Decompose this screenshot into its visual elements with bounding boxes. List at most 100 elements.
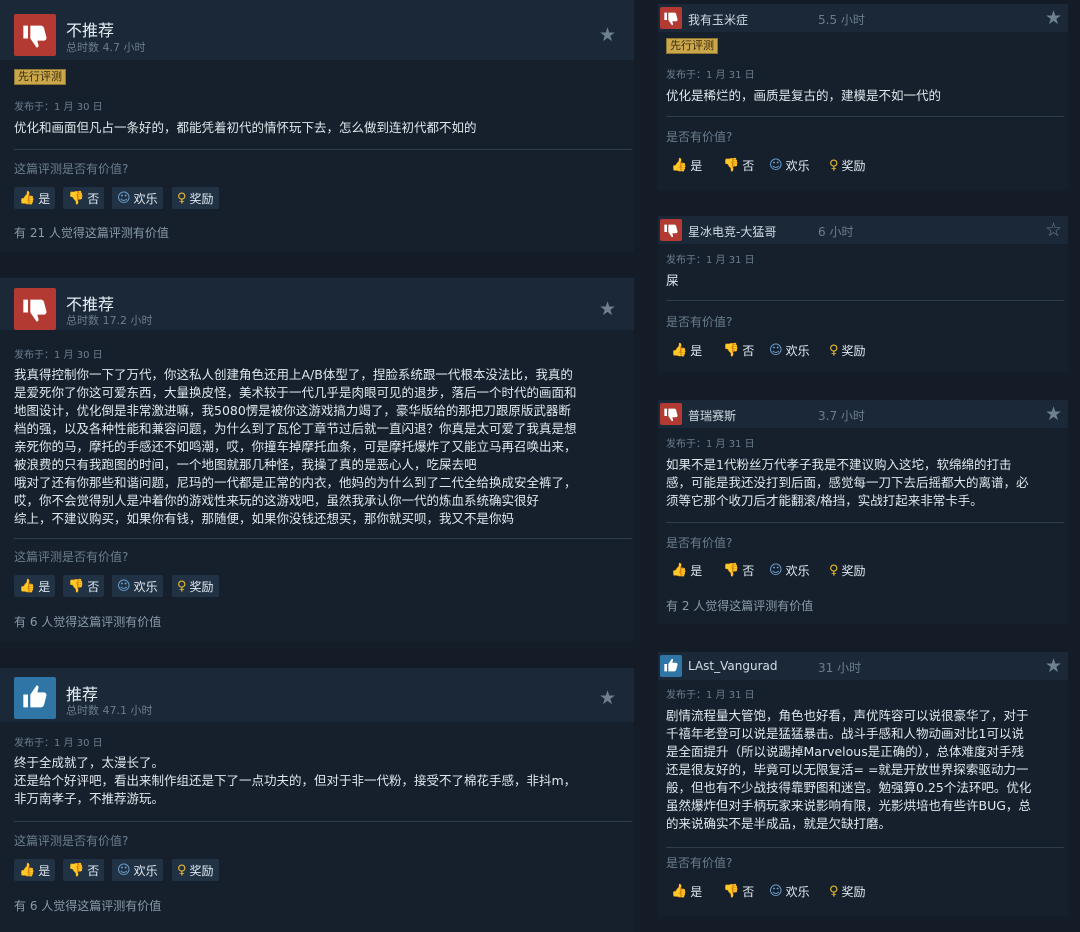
review-header: 普瑞赛斯 3.7 小时 ★ [658,400,1068,428]
vote-no-button[interactable]: 👎 否 [63,859,105,881]
review-card: 我有玉米症 5.5 小时 ★ 先行评测 发布于：1 月 31 日 优化是稀烂的，… [658,4,1068,190]
award-icon: ♀ [177,862,187,878]
reviewer-name[interactable]: 我有玉米症 [688,11,748,28]
thumbs-up-icon: 👍 [19,190,36,206]
thumbs-down-icon [660,219,682,241]
thumbs-down-icon: 👎 [68,862,85,878]
award-button[interactable]: ♀ 奖励 [824,154,871,176]
thumbs-down-icon: 👎 [723,157,740,173]
divider [14,821,632,822]
vote-funny-button[interactable]: ☺ 欢乐 [764,559,815,581]
thumbs-down-icon: 👎 [68,578,85,594]
reviewer-name[interactable]: 普瑞赛斯 [688,407,736,424]
vote-no-button[interactable]: 👎 否 [718,880,759,902]
smiley-icon: ☺ [769,883,783,899]
review-text: 如果不是1代粉丝万代孝子我是不建议购入这坨，软绵绵的打击 感，可能是我还没打到后… [666,457,1029,508]
star-icon[interactable]: ★ [599,24,616,46]
helpful-count: 有 21 人觉得这篇评测有价值 [14,226,169,240]
thumbs-down-icon: 👎 [723,342,740,358]
review-text: 优化和画面但凡占一条好的，都能凭着初代的情怀玩下去，怎么做到连初代都不如的 [14,120,477,135]
star-icon[interactable]: ★ [599,687,616,709]
review-text: 剧情流程量大管饱，角色也好看，声优阵容可以说很豪华了，对于 千禧年老登可以说是猛… [666,708,1032,831]
smiley-icon: ☺ [769,562,783,578]
vote-no-button[interactable]: 👎 否 [718,559,759,581]
smiley-icon: ☺ [117,578,131,594]
playtime: 总时数 4.7 小时 [66,41,146,54]
thumbs-up-icon: 👍 [671,562,688,578]
review-text: 优化是稀烂的，画质是复古的，建模是不如一代的 [666,88,942,103]
helpful-count: 有 6 人觉得这篇评测有价值 [14,615,162,629]
star-icon[interactable]: ★ [1045,655,1062,677]
vote-yes-button[interactable]: 👍 是 [666,339,707,361]
award-button[interactable]: ♀ 奖励 [824,559,871,581]
thumbs-up-icon: 👍 [19,862,36,878]
vote-yes-button[interactable]: 👍 是 [666,154,707,176]
smiley-icon: ☺ [769,342,783,358]
vote-funny-button[interactable]: ☺ 欢乐 [112,187,163,209]
helpful-count: 有 6 人觉得这篇评测有价值 [14,899,162,913]
vote-funny-button[interactable]: ☺ 欢乐 [112,575,163,597]
vote-funny-button[interactable]: ☺ 欢乐 [764,880,815,902]
award-button[interactable]: ♀ 奖励 [172,575,219,597]
review-card: 推荐 总时数 47.1 小时 ★ 发布于：1 月 30 日 终于全成就了，太漫长… [0,668,634,932]
review-card: 不推荐 总时数 4.7 小时 ★ 先行评测 发布于：1 月 30 日 优化和画面… [0,0,634,252]
early-access-badge: 先行评测 [14,69,66,85]
helpful-question: 是否有价值? [666,856,733,870]
review-card: 星冰电竞-大猛哥 6 小时 ☆ 发布于：1 月 31 日 屎 是否有价值? 👍 是… [658,216,1068,372]
award-button[interactable]: ♀ 奖励 [172,187,219,209]
vote-no-button[interactable]: 👎 否 [718,339,759,361]
posted-date: 发布于：1 月 31 日 [666,690,755,701]
posted-date: 发布于：1 月 30 日 [14,350,103,361]
divider [666,847,1064,848]
vote-no-button[interactable]: 👎 否 [63,575,105,597]
star-icon[interactable]: ★ [1045,7,1062,29]
vote-funny-button[interactable]: ☺ 欢乐 [764,339,815,361]
smiley-icon: ☺ [769,157,783,173]
thumbs-up-icon: 👍 [19,578,36,594]
reviewer-name[interactable]: LAst_Vangurad [688,659,778,673]
thumbs-up-icon [14,677,56,719]
helpful-question: 是否有价值? [666,536,733,550]
playtime: 5.5 小时 [818,13,865,27]
award-icon: ♀ [829,342,839,358]
award-button[interactable]: ♀ 奖励 [172,859,219,881]
vote-no-button[interactable]: 👎 否 [63,187,105,209]
review-header: 星冰电竞-大猛哥 6 小时 ☆ [658,216,1068,244]
star-outline-icon[interactable]: ☆ [1045,219,1062,241]
playtime: 总时数 17.2 小时 [66,314,153,327]
award-button[interactable]: ♀ 奖励 [824,339,871,361]
award-button[interactable]: ♀ 奖励 [824,880,871,902]
star-icon[interactable]: ★ [1045,403,1062,425]
thumbs-up-icon: 👍 [671,883,688,899]
review-card: 不推荐 总时数 17.2 小时 ★ 发布于：1 月 30 日 我真得控制你一下了… [0,278,634,642]
vote-no-button[interactable]: 👎 否 [718,154,759,176]
review-text: 我真得控制你一下了万代，你这私人创建角色还用上A/B体型了，捏脸系统跟一代根本没… [14,367,577,526]
posted-date: 发布于：1 月 30 日 [14,738,103,749]
divider [666,116,1064,117]
vote-yes-button[interactable]: 👍 是 [14,575,56,597]
vote-yes-button[interactable]: 👍 是 [666,880,707,902]
thumbs-up-icon [660,655,682,677]
helpful-question: 这篇评测是否有价值? [14,834,129,848]
award-icon: ♀ [829,883,839,899]
smiley-icon: ☺ [117,862,131,878]
vote-yes-button[interactable]: 👍 是 [14,187,56,209]
thumbs-up-icon: 👍 [671,157,688,173]
star-icon[interactable]: ★ [599,298,616,320]
review-card: 普瑞赛斯 3.7 小时 ★ 发布于：1 月 31 日 如果不是1代粉丝万代孝子我… [658,400,1068,624]
review-header: 不推荐 总时数 17.2 小时 ★ [0,278,634,330]
helpful-question: 这篇评测是否有价值? [14,550,129,564]
thumbs-down-icon: 👎 [723,562,740,578]
thumbs-down-icon: 👎 [68,190,85,206]
award-icon: ♀ [177,578,187,594]
review-header: 不推荐 总时数 4.7 小时 ★ [0,0,634,60]
vote-yes-button[interactable]: 👍 是 [14,859,56,881]
posted-date: 发布于：1 月 31 日 [666,255,755,266]
review-header: 我有玉米症 5.5 小时 ★ [658,4,1068,32]
vote-funny-button[interactable]: ☺ 欢乐 [764,154,815,176]
reviewer-name[interactable]: 星冰电竞-大猛哥 [688,223,776,240]
vote-yes-button[interactable]: 👍 是 [666,559,707,581]
vote-funny-button[interactable]: ☺ 欢乐 [112,859,163,881]
divider [666,300,1064,301]
thumbs-up-icon: 👍 [671,342,688,358]
